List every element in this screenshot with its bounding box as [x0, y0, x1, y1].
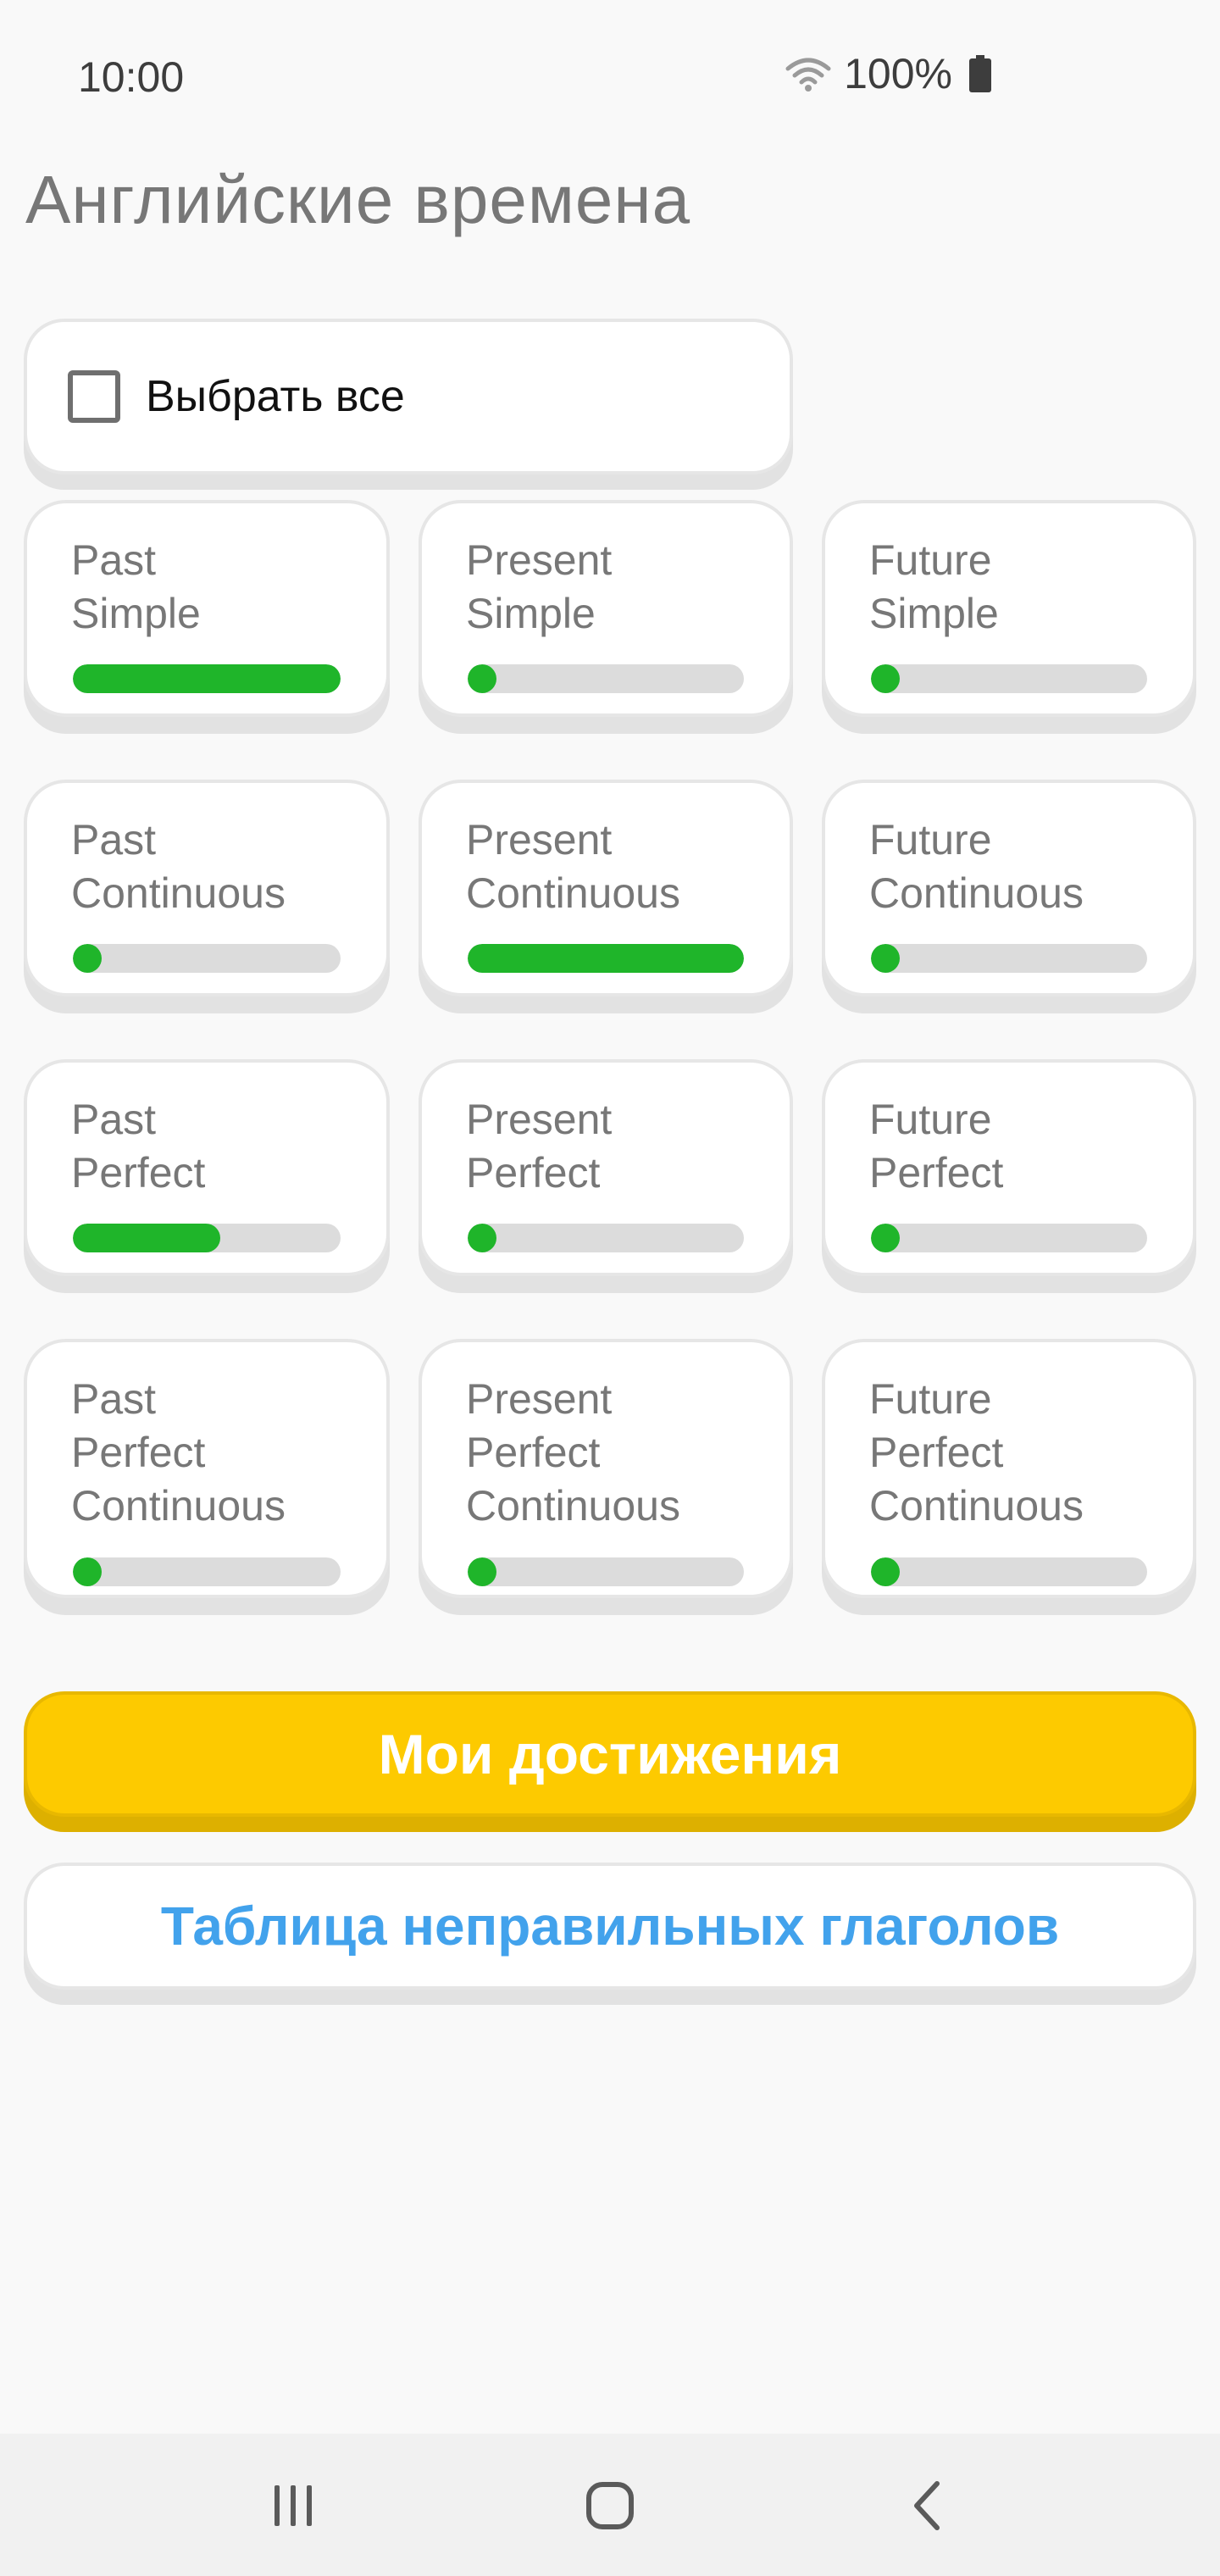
progress-fill: [468, 664, 496, 693]
home-icon: [586, 2482, 634, 2529]
progress-fill: [73, 944, 102, 973]
tense-title: Present Perfect Continuous: [466, 1375, 680, 1530]
tense-card[interactable]: Present Perfect: [419, 1059, 793, 1276]
battery-icon: [969, 55, 991, 92]
battery-percent: 100%: [844, 50, 952, 97]
achievements-label: Мои достижения: [378, 1723, 842, 1785]
tense-card[interactable]: Future Perfect Continuous: [822, 1339, 1196, 1598]
irregular-verbs-button[interactable]: Таблица неправильных глаголов: [24, 1863, 1196, 1990]
tense-card[interactable]: Future Continuous: [822, 780, 1196, 997]
tense-card[interactable]: Future Perfect: [822, 1059, 1196, 1276]
progress-bar: [468, 1557, 744, 1586]
progress-bar: [871, 1557, 1147, 1586]
progress-bar: [871, 1224, 1147, 1252]
tense-card[interactable]: Future Simple: [822, 500, 1196, 717]
home-button[interactable]: [568, 2468, 652, 2544]
progress-fill: [73, 1557, 102, 1586]
tense-title: Past Perfect: [71, 1096, 206, 1196]
tense-card[interactable]: Past Perfect: [24, 1059, 390, 1276]
progress-fill: [871, 944, 900, 973]
progress-fill: [468, 1557, 496, 1586]
tense-title: Future Continuous: [869, 816, 1084, 917]
progress-fill: [871, 1557, 900, 1586]
status-bar: 10:00 100%: [0, 0, 1220, 153]
tense-title: Past Simple: [71, 536, 201, 637]
tense-card[interactable]: Present Simple: [419, 500, 793, 717]
select-all-button[interactable]: Выбрать все: [24, 319, 793, 475]
progress-bar: [73, 944, 341, 973]
progress-fill: [468, 1224, 496, 1252]
progress-bar: [871, 664, 1147, 693]
achievements-button[interactable]: Мои достижения: [24, 1691, 1196, 1817]
tense-title: Past Continuous: [71, 816, 286, 917]
status-time: 10:00: [78, 53, 185, 101]
tense-card[interactable]: Past Simple: [24, 500, 390, 717]
progress-bar: [73, 1224, 341, 1252]
tense-grid: Past Simple Present Simple Future Simple Pa…: [24, 500, 1196, 1598]
progress-bar: [871, 944, 1147, 973]
tense-title: Future Perfect Continuous: [869, 1375, 1084, 1530]
wifi-icon: [785, 58, 831, 92]
recent-apps-icon: [274, 2485, 312, 2526]
tense-title: Present Simple: [466, 536, 613, 637]
progress-bar: [73, 1557, 341, 1586]
progress-bar: [468, 1224, 744, 1252]
tense-title: Present Continuous: [466, 816, 680, 917]
irregular-verbs-label: Таблица неправильных глаголов: [160, 1896, 1060, 1957]
progress-bar: [468, 944, 744, 973]
tense-title: Present Perfect: [466, 1096, 613, 1196]
back-icon: [914, 2481, 940, 2530]
progress-bar: [468, 664, 744, 693]
tense-title: Future Simple: [869, 536, 999, 637]
progress-fill: [468, 944, 744, 973]
tense-card[interactable]: Past Continuous: [24, 780, 390, 997]
back-button[interactable]: [886, 2468, 971, 2544]
tense-card[interactable]: Present Continuous: [419, 780, 793, 997]
page-title: Английские времена: [25, 162, 691, 237]
tense-title: Future Perfect: [869, 1096, 1004, 1196]
progress-fill: [73, 1224, 220, 1252]
tense-card[interactable]: Present Perfect Continuous: [419, 1339, 793, 1598]
status-right: 100%: [785, 49, 991, 98]
system-nav-bar: [0, 2434, 1220, 2576]
progress-bar: [73, 664, 341, 693]
progress-fill: [871, 664, 900, 693]
recent-apps-button[interactable]: [251, 2468, 336, 2544]
progress-fill: [73, 664, 341, 693]
tense-title: Past Perfect Continuous: [71, 1375, 286, 1530]
select-all-label: Выбрать все: [146, 372, 405, 421]
tense-card[interactable]: Past Perfect Continuous: [24, 1339, 390, 1598]
select-all-checkbox[interactable]: [68, 370, 120, 423]
progress-fill: [871, 1224, 900, 1252]
